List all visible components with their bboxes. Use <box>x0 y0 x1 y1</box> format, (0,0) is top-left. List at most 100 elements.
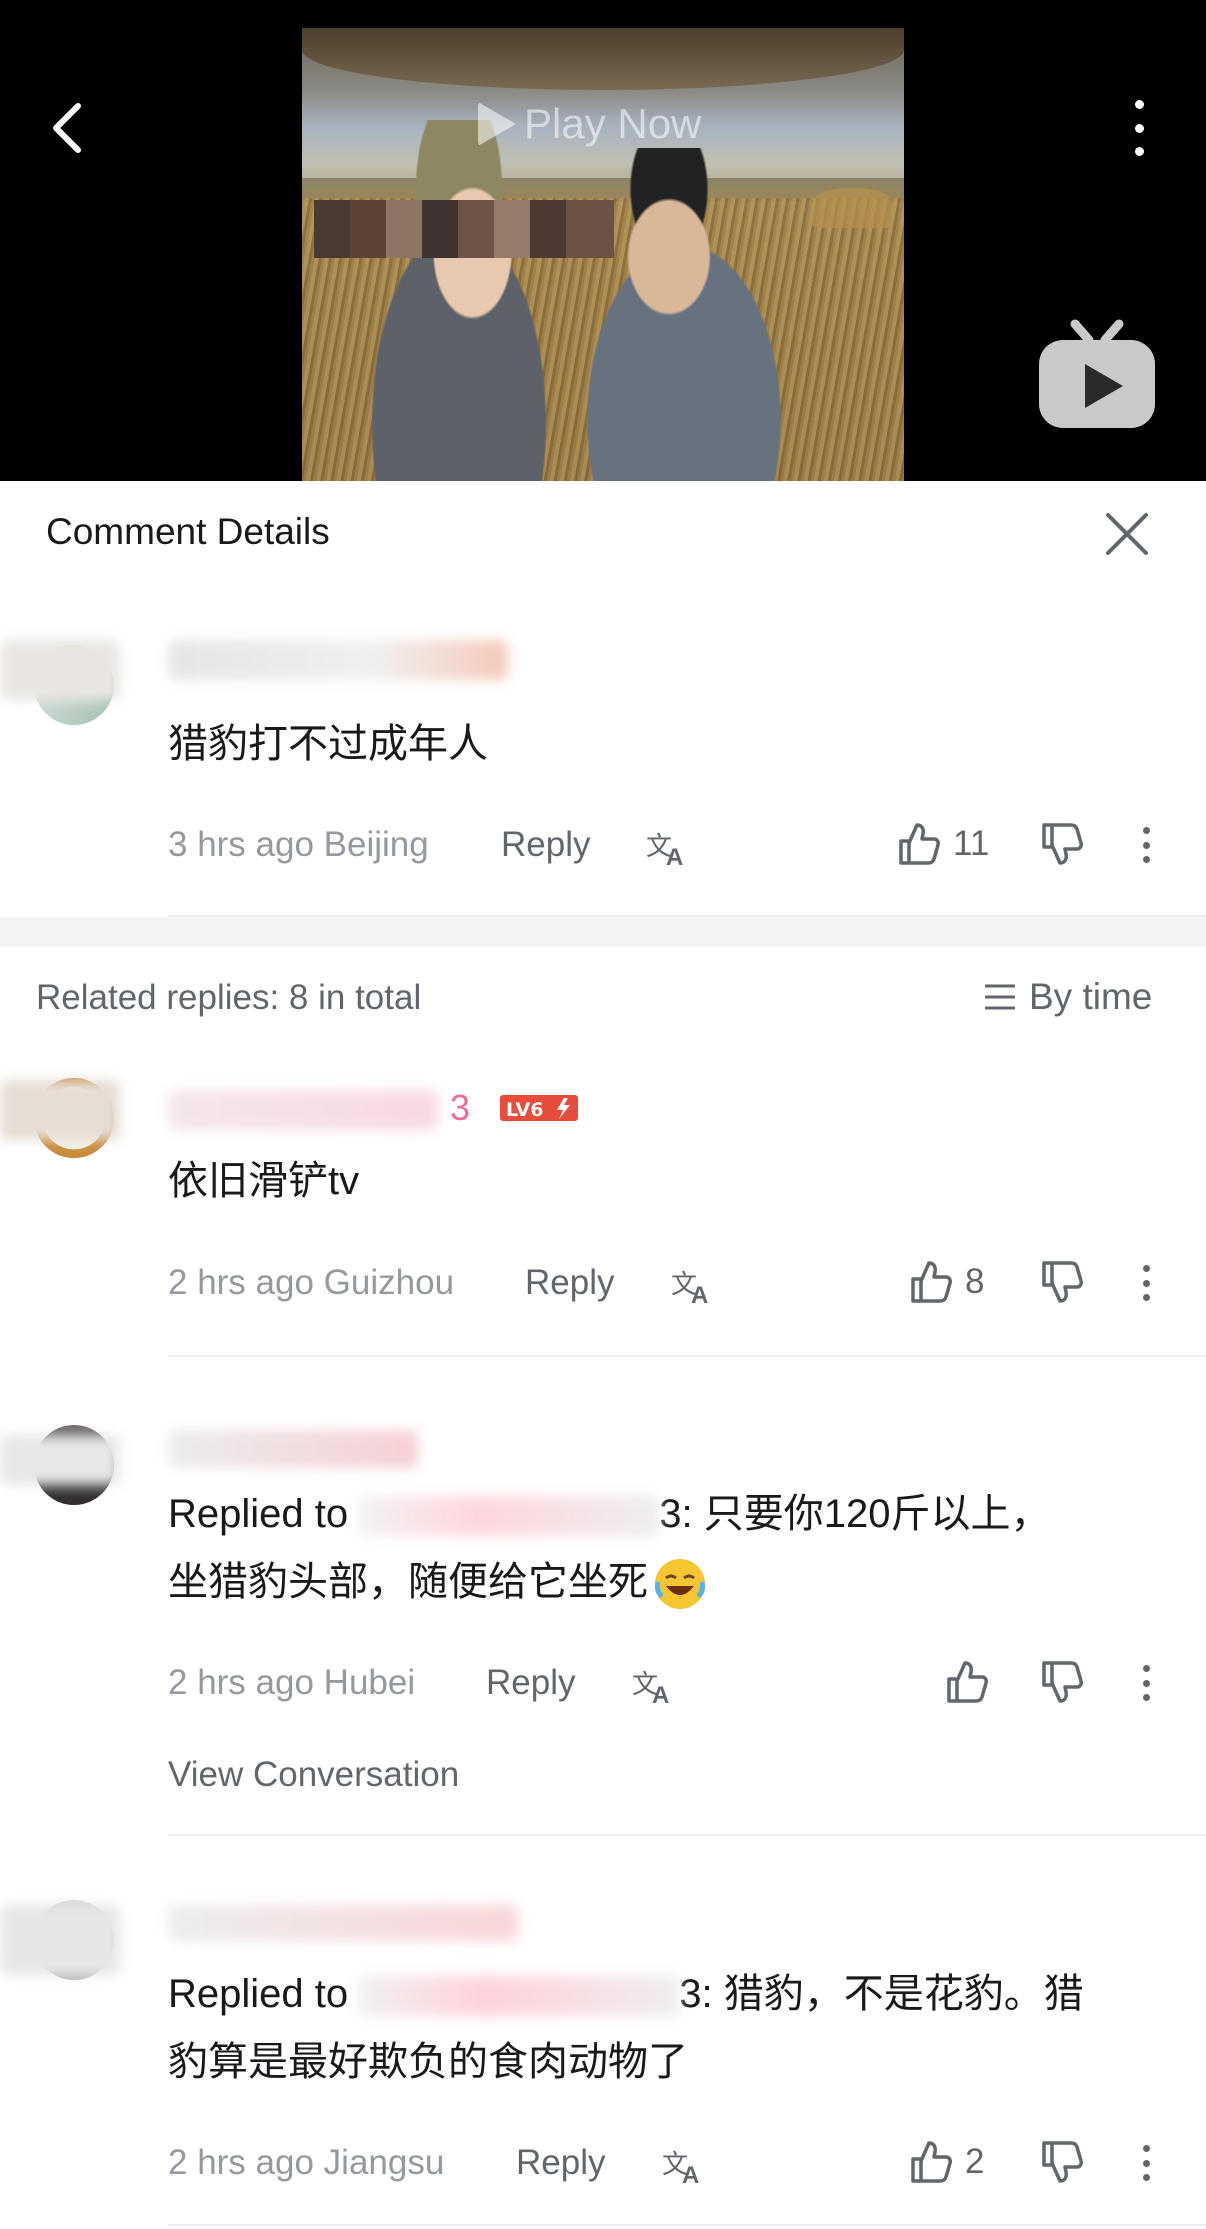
more-dot <box>1142 1665 1150 1672</box>
replied-to-label: Replied to <box>168 1492 349 1536</box>
comment-time: 3 hrs ago Beijing <box>168 825 429 865</box>
divider <box>168 1834 1206 1836</box>
reply-text: Replied to 3: 猎豹，不是花豹。猎 豹算是最好欺负的食肉动物了 <box>168 1960 1178 2096</box>
thumbs-down-icon[interactable] <box>1038 2139 1084 2185</box>
thumbnail-tent <box>302 28 904 90</box>
svg-text:A: A <box>691 1282 708 1307</box>
comment-details-header: Comment Details <box>0 481 1206 585</box>
more-dot <box>1142 1265 1150 1272</box>
play-now-button[interactable]: Play Now <box>478 100 701 148</box>
comment-more-button[interactable] <box>1140 1265 1152 1301</box>
reply-button[interactable]: Reply <box>525 1263 614 1303</box>
comment-more-button[interactable] <box>1140 1665 1152 1701</box>
like-button[interactable] <box>943 1657 1001 1707</box>
related-replies-count: Related replies: 8 in total <box>36 978 422 1017</box>
more-dot <box>1134 147 1144 156</box>
username-blur <box>168 1090 438 1130</box>
more-dot <box>1142 2145 1150 2152</box>
comment-time: 2 hrs ago Jiangsu <box>168 2143 444 2183</box>
page-title: Comment Details <box>46 511 330 552</box>
svg-text:A: A <box>682 2162 699 2187</box>
more-dot <box>1142 1294 1150 1301</box>
like-button[interactable]: 8 <box>907 1257 984 1307</box>
location-text: Hubei <box>323 1663 416 1702</box>
thumbs-down-icon[interactable] <box>1038 821 1084 867</box>
time-text: 2 hrs ago <box>168 1663 314 1702</box>
thumbs-down-icon[interactable] <box>1038 1259 1084 1305</box>
thumbs-up-icon <box>899 823 940 865</box>
more-dot <box>1142 1694 1150 1701</box>
reply-button[interactable]: Reply <box>516 2143 605 2183</box>
more-dot <box>1142 1679 1150 1687</box>
time-text: 3 hrs ago <box>168 825 314 864</box>
comment-meta-bar: 3 hrs ago Beijing Reply 文 A 11 <box>168 815 1168 875</box>
replied-user-blur[interactable] <box>359 1976 680 2017</box>
more-dot <box>1142 2159 1150 2167</box>
chevron-left-icon <box>53 103 81 153</box>
reply-line-1: 3: 只要你120斤以上， <box>659 1492 1051 1536</box>
comment-more-button[interactable] <box>1140 827 1152 863</box>
avatar-blur <box>0 640 120 700</box>
video-player[interactable]: Play Now <box>0 0 1206 481</box>
username-tail[interactable]: 3 <box>450 1087 470 1129</box>
back-button[interactable] <box>46 100 86 156</box>
reply-line-2: 豹算是最好欺负的食肉动物了 <box>168 2040 688 2084</box>
username-blur <box>168 1430 418 1468</box>
like-button[interactable]: 2 <box>907 2137 984 2187</box>
location-text: Beijing <box>323 825 429 864</box>
close-icon[interactable] <box>1102 509 1152 559</box>
reply-text: Replied to 3: 只要你120斤以上， 坐猎豹头部，随便给它坐死 <box>168 1480 1178 1616</box>
more-dot <box>1134 100 1144 109</box>
level-badge-icon: LV6 <box>500 1095 578 1121</box>
like-button[interactable]: 11 <box>895 819 989 869</box>
translate-icon[interactable]: 文 A <box>669 1263 717 1307</box>
translate-icon[interactable]: 文 A <box>630 1663 678 1707</box>
thumbs-up-icon <box>911 2141 952 2183</box>
like-count: 11 <box>953 824 990 863</box>
reply-button[interactable]: Reply <box>486 1663 575 1703</box>
comment-meta-bar: 2 hrs ago Guizhou Reply 文 A 8 <box>168 1253 1168 1313</box>
more-dot <box>1142 841 1150 849</box>
svg-text:A: A <box>652 1682 669 1707</box>
sort-label: By time <box>1029 976 1153 1017</box>
username-blur <box>168 640 508 680</box>
replied-to-label: Replied to <box>168 1972 349 2016</box>
tv-logo-icon <box>1039 319 1155 428</box>
replied-user-blur[interactable] <box>359 1496 660 1537</box>
comment-more-button[interactable] <box>1140 2145 1152 2181</box>
divider <box>168 2224 1206 2226</box>
more-dot <box>1142 856 1150 863</box>
translate-icon[interactable]: 文 A <box>644 825 692 869</box>
play-now-label: Play Now <box>524 100 702 147</box>
like-count: 8 <box>965 1262 985 1301</box>
play-icon <box>478 102 516 146</box>
location-text: Guizhou <box>323 1263 455 1302</box>
comment-meta-bar: 2 hrs ago Hubei Reply 文 A <box>168 1653 1168 1713</box>
view-conversation-link[interactable]: View Conversation <box>168 1755 459 1795</box>
laughing-crying-emoji-icon <box>655 1559 705 1610</box>
avatar-blur <box>0 1905 120 1975</box>
like-count: 2 <box>965 2142 985 2181</box>
face-mosaic <box>314 200 614 258</box>
divider <box>168 1355 1206 1357</box>
thumbs-up-icon <box>911 1261 952 1303</box>
avatar-blur <box>0 1080 120 1140</box>
comment-text: 猎豹打不过成年人 <box>168 722 488 766</box>
more-dot <box>1142 2174 1150 2181</box>
section-gap <box>0 917 1206 947</box>
comment-meta-bar: 2 hrs ago Jiangsu Reply 文 A 2 <box>168 2133 1168 2193</box>
video-thumbnail[interactable] <box>302 28 904 481</box>
reply-line-1: 3: 猎豹，不是花豹。猎 <box>679 1972 1084 2016</box>
more-dot <box>1134 123 1144 133</box>
translate-icon[interactable]: 文 A <box>660 2143 708 2187</box>
thumbs-down-icon[interactable] <box>1038 1659 1084 1705</box>
time-text: 2 hrs ago <box>168 2143 314 2182</box>
comment-time: 2 hrs ago Hubei <box>168 1663 415 1703</box>
thumbs-up-icon <box>947 1661 988 1703</box>
sort-by-time-button[interactable]: By time <box>983 976 1152 1018</box>
list-icon <box>985 984 1015 1010</box>
time-text: 2 hrs ago <box>168 1263 314 1302</box>
more-options-button[interactable] <box>1124 100 1154 156</box>
reply-button[interactable]: Reply <box>501 825 590 865</box>
comment-time: 2 hrs ago Guizhou <box>168 1263 454 1303</box>
